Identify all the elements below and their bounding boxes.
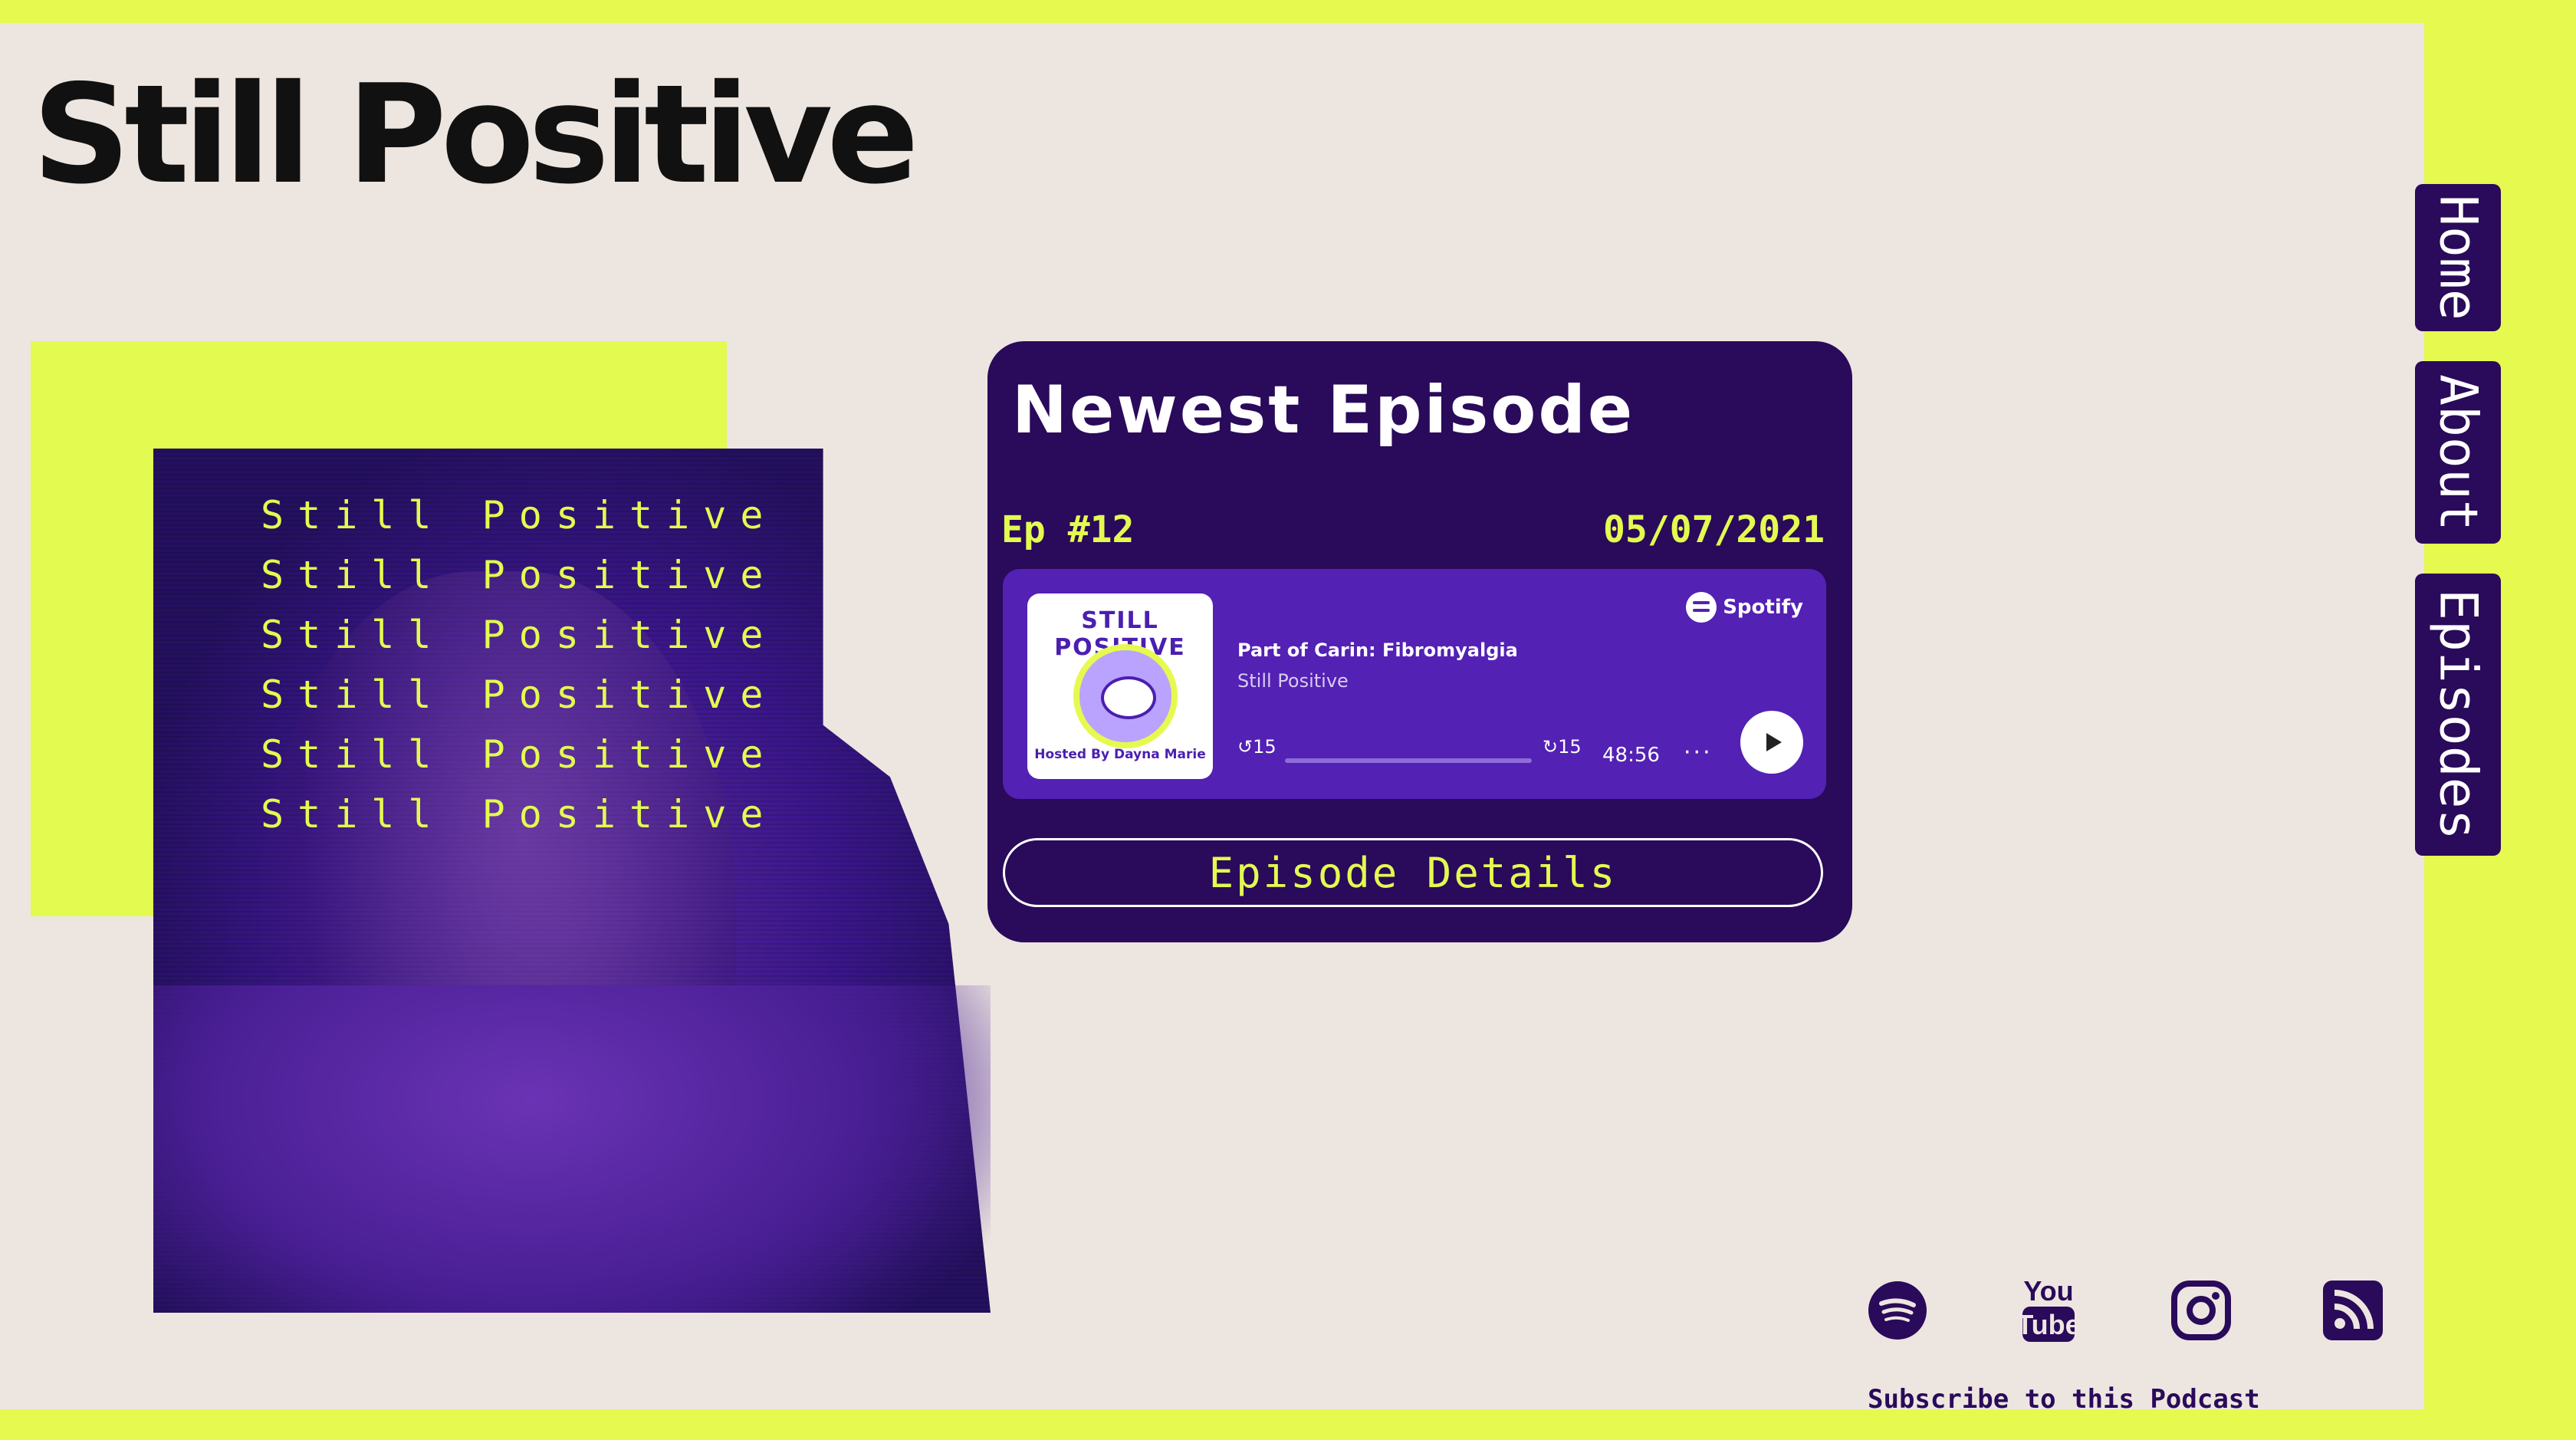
hero-text-line: Still Positive bbox=[261, 493, 777, 538]
page-content: Still Positive Still Positive Still Posi… bbox=[0, 23, 2424, 1415]
nav-episodes[interactable]: Episodes bbox=[2415, 574, 2501, 856]
newest-episode-card: Newest Episode Ep #12 05/07/2021 STILL P… bbox=[987, 341, 1852, 942]
nav-episodes-label: Episodes bbox=[2427, 589, 2489, 840]
show-name[interactable]: Still Positive bbox=[1237, 670, 1349, 692]
youtube-icon-top-text: You bbox=[2023, 1275, 2073, 1307]
skip-forward-label: 15 bbox=[1558, 736, 1582, 758]
hero-image: Still Positive Still Positive Still Posi… bbox=[153, 449, 991, 1313]
hero-text-line: Still Positive bbox=[261, 792, 777, 837]
hero-text-line: Still Positive bbox=[261, 732, 777, 777]
hero-text-line: Still Positive bbox=[261, 553, 777, 597]
spotify-label: Spotify bbox=[1723, 596, 1803, 619]
nav-about-label: About bbox=[2427, 373, 2489, 531]
track-duration: 48:56 bbox=[1602, 744, 1660, 767]
hero-text-line: Still Positive bbox=[261, 672, 777, 717]
track-title[interactable]: Part of Carin: Fibromyalgia bbox=[1237, 639, 1518, 661]
cover-subtitle: Hosted By Dayna Marie bbox=[1034, 747, 1206, 762]
spotify-logo-link[interactable]: Spotify bbox=[1686, 592, 1803, 623]
spotify-player: STILL POSITIVE Hosted By Dayna Marie Par… bbox=[1003, 569, 1826, 799]
nav-home-label: Home bbox=[2427, 195, 2489, 321]
spotify-social-link[interactable] bbox=[1868, 1281, 1927, 1340]
newest-episode-heading: Newest Episode bbox=[1012, 372, 1635, 449]
hero-text-line: Still Positive bbox=[261, 613, 777, 657]
episode-details-button[interactable]: Episode Details bbox=[1003, 838, 1823, 907]
nav-about[interactable]: About bbox=[2415, 361, 2501, 544]
youtube-social-link[interactable]: You Tube bbox=[2019, 1274, 2078, 1345]
progress-bar[interactable] bbox=[1285, 758, 1532, 763]
rss-icon bbox=[2323, 1281, 2383, 1340]
play-icon bbox=[1766, 733, 1782, 751]
youtube-icon-bottom-text: Tube bbox=[2019, 1309, 2078, 1340]
episode-date: 05/07/2021 bbox=[1603, 508, 1825, 551]
rss-social-link[interactable] bbox=[2323, 1281, 2383, 1340]
hero-figure-shoulders bbox=[153, 985, 991, 1313]
spotify-icon bbox=[1686, 592, 1717, 623]
instagram-icon bbox=[2171, 1281, 2231, 1340]
site-title: Still Positive bbox=[32, 55, 919, 214]
subscribe-text: Subscribe to this Podcast bbox=[1868, 1384, 2260, 1415]
nav-home[interactable]: Home bbox=[2415, 184, 2501, 331]
instagram-social-link[interactable] bbox=[2171, 1281, 2231, 1340]
spotify-icon bbox=[1868, 1281, 1927, 1340]
skip-forward-button[interactable]: ↻15 bbox=[1543, 736, 1582, 758]
podcast-cover-art[interactable]: STILL POSITIVE Hosted By Dayna Marie bbox=[1027, 593, 1213, 779]
play-button[interactable] bbox=[1740, 711, 1803, 774]
cover-mascot-icon bbox=[1073, 644, 1178, 748]
episode-number: Ep #12 bbox=[1001, 508, 1135, 551]
skip-back-button[interactable]: ↺15 bbox=[1237, 736, 1276, 758]
youtube-icon: You Tube bbox=[2019, 1275, 2078, 1342]
more-options-button[interactable]: ··· bbox=[1684, 739, 1713, 766]
skip-back-label: 15 bbox=[1253, 736, 1276, 758]
